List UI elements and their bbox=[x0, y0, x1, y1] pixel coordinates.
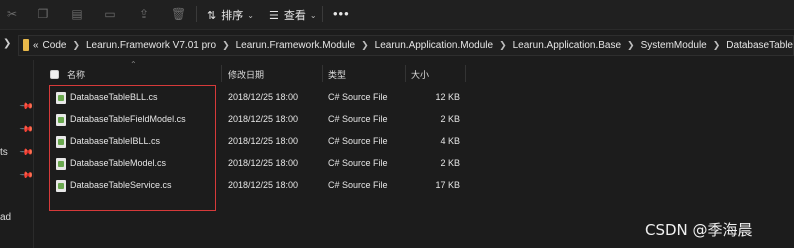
pin-icon[interactable]: 📌 bbox=[19, 99, 34, 115]
file-size: 4 KB bbox=[440, 136, 460, 146]
expand-nav-icon[interactable]: ❯ bbox=[3, 38, 11, 49]
navigation-pane: 📌 📌 ts 📌 📌 ad bbox=[0, 60, 34, 248]
file-row[interactable]: DatabaseTableBLL.cs 2018/12/25 18:00 C# … bbox=[40, 87, 794, 109]
column-header-type[interactable]: 类型 bbox=[328, 68, 346, 81]
folder-icon bbox=[23, 38, 29, 51]
file-name: DatabaseTableFieldModel.cs bbox=[70, 114, 186, 124]
chevron-right-icon: ❯ bbox=[222, 40, 230, 50]
breadcrumb-item[interactable]: Code bbox=[43, 40, 67, 51]
view-label: 查看 bbox=[283, 10, 306, 22]
copy-icon[interactable]: ❐ bbox=[36, 7, 50, 21]
pin-icon[interactable]: 📌 bbox=[19, 145, 34, 161]
file-name: DatabaseTableService.cs bbox=[70, 180, 172, 190]
chevron-right-icon: ❯ bbox=[627, 40, 635, 50]
rename-icon[interactable]: ▭ bbox=[103, 7, 117, 21]
file-modified: 2018/12/25 18:00 bbox=[228, 92, 299, 102]
csharp-file-icon bbox=[56, 136, 66, 148]
column-divider[interactable] bbox=[221, 65, 222, 82]
breadcrumb-item[interactable]: DatabaseTable bbox=[726, 40, 793, 51]
toolbar: ✂ ❐ ▤ ▭ ⇪ 🗑 ⇅ 排序 ⌄ ☰ 查看 ⌄ ••• bbox=[0, 0, 794, 30]
chevron-down-icon: ⌄ bbox=[309, 10, 317, 20]
csharp-file-icon bbox=[56, 158, 66, 170]
csharp-file-icon bbox=[56, 180, 66, 192]
breadcrumb-item[interactable]: Learun.Application.Module bbox=[375, 40, 493, 51]
breadcrumb-item[interactable]: Learun.Framework.Module bbox=[236, 40, 356, 51]
file-row[interactable]: DatabaseTableService.cs 2018/12/25 18:00… bbox=[40, 175, 794, 197]
nav-item-label[interactable]: ad bbox=[0, 212, 11, 223]
column-divider[interactable] bbox=[465, 65, 466, 82]
chevron-right-icon: ❯ bbox=[72, 40, 80, 50]
column-headers: ⌃ 名称 修改日期 类型 大小 bbox=[40, 60, 794, 84]
column-header-name[interactable]: 名称 bbox=[67, 68, 85, 81]
column-header-size[interactable]: 大小 bbox=[411, 68, 429, 81]
file-modified: 2018/12/25 18:00 bbox=[228, 136, 299, 146]
file-name: DatabaseTableModel.cs bbox=[70, 158, 167, 168]
sort-icon: ⇅ bbox=[207, 9, 217, 22]
share-icon[interactable]: ⇪ bbox=[137, 7, 151, 21]
file-type: C# Source File bbox=[328, 180, 388, 190]
file-type: C# Source File bbox=[328, 92, 388, 102]
file-size: 2 KB bbox=[440, 114, 460, 124]
cut-icon[interactable]: ✂ bbox=[5, 7, 19, 21]
file-type: C# Source File bbox=[328, 114, 388, 124]
file-modified: 2018/12/25 18:00 bbox=[228, 158, 299, 168]
file-name: DatabaseTableIBLL.cs bbox=[70, 136, 161, 146]
watermark: CSDN @季海晨 bbox=[645, 221, 753, 239]
toolbar-divider bbox=[322, 6, 323, 22]
file-modified: 2018/12/25 18:00 bbox=[228, 114, 299, 124]
more-options-button[interactable]: ••• bbox=[333, 6, 350, 21]
breadcrumb-item[interactable]: Learun.Framework V7.01 pro bbox=[86, 40, 216, 51]
chevron-right-icon: ❯ bbox=[712, 40, 721, 50]
view-icon: ☰ bbox=[269, 9, 279, 22]
column-header-modified[interactable]: 修改日期 bbox=[228, 68, 264, 81]
file-row[interactable]: DatabaseTableModel.cs 2018/12/25 18:00 C… bbox=[40, 153, 794, 175]
breadcrumb-item[interactable]: Learun.Application.Base bbox=[513, 40, 621, 51]
breadcrumb-item[interactable]: SystemModule bbox=[641, 40, 707, 51]
sort-caret-icon: ⌃ bbox=[130, 60, 137, 69]
pin-icon[interactable]: 📌 bbox=[19, 122, 34, 138]
file-name: DatabaseTableBLL.cs bbox=[70, 92, 158, 102]
nav-item-label[interactable]: ts bbox=[0, 147, 8, 158]
sort-label: 排序 bbox=[221, 10, 244, 22]
file-modified: 2018/12/25 18:00 bbox=[228, 180, 299, 190]
file-size: 2 KB bbox=[440, 158, 460, 168]
file-row[interactable]: DatabaseTableFieldModel.cs 2018/12/25 18… bbox=[40, 109, 794, 131]
csharp-file-icon bbox=[56, 92, 66, 104]
chevron-down-icon: ⌄ bbox=[247, 10, 254, 20]
csharp-file-icon bbox=[56, 114, 66, 126]
select-all-checkbox[interactable] bbox=[50, 70, 59, 79]
file-size: 12 KB bbox=[435, 92, 460, 102]
view-button[interactable]: ☰ 查看 ⌄ bbox=[269, 6, 317, 24]
address-bar: ❯ « Code ❯ Learun.Framework V7.01 pro ❯ … bbox=[0, 32, 794, 58]
breadcrumb-overflow[interactable]: « bbox=[33, 40, 39, 51]
file-type: C# Source File bbox=[328, 136, 388, 146]
file-type: C# Source File bbox=[328, 158, 388, 168]
chevron-right-icon: ❯ bbox=[499, 40, 507, 50]
paste-icon[interactable]: ▤ bbox=[70, 7, 84, 21]
breadcrumb[interactable]: « Code ❯ Learun.Framework V7.01 pro ❯ Le… bbox=[18, 35, 794, 56]
chevron-right-icon: ❯ bbox=[361, 40, 369, 50]
sort-button[interactable]: ⇅ 排序 ⌄ bbox=[207, 6, 254, 24]
column-divider[interactable] bbox=[322, 65, 323, 82]
file-row[interactable]: DatabaseTableIBLL.cs 2018/12/25 18:00 C#… bbox=[40, 131, 794, 153]
pin-icon[interactable]: 📌 bbox=[19, 168, 34, 184]
toolbar-divider bbox=[196, 6, 197, 22]
file-size: 17 KB bbox=[435, 180, 460, 190]
delete-icon[interactable]: 🗑 bbox=[171, 7, 186, 21]
column-divider[interactable] bbox=[405, 65, 406, 82]
